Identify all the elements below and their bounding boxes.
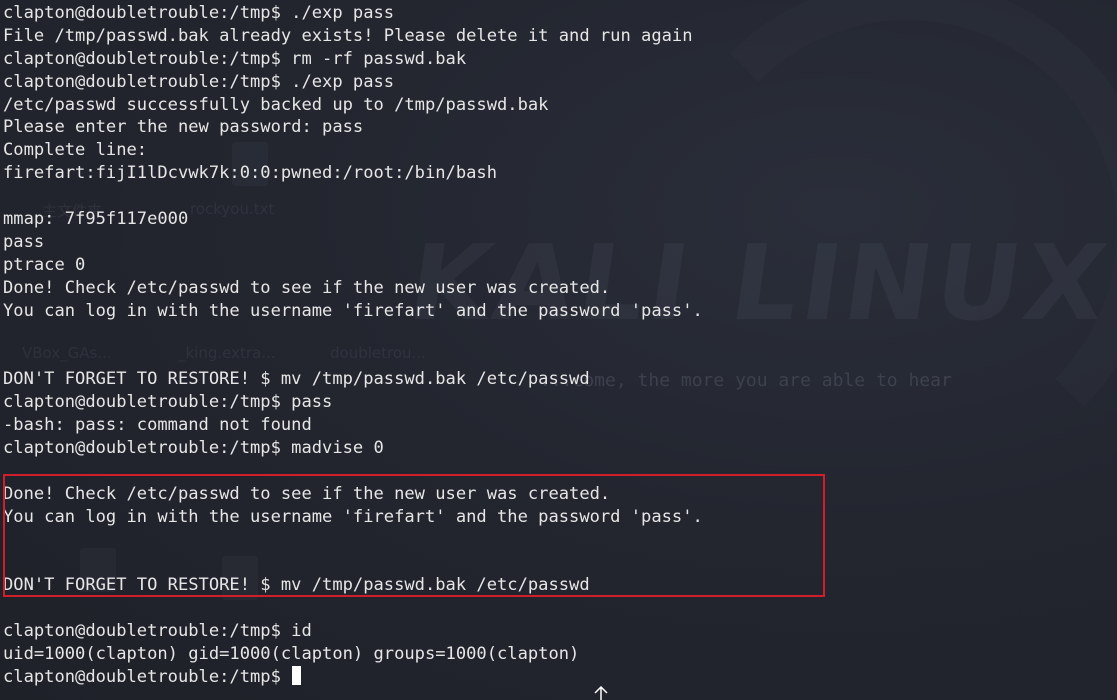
terminal-prompt: clapton@doubletrouble:/tmp$ <box>3 666 292 687</box>
terminal-line: clapton@doubletrouble:/tmp$ madvise 0 <box>3 437 384 458</box>
terminal-line: Done! Check /etc/passwd to see if the ne… <box>3 483 611 504</box>
terminal-line: mmap: 7f95f117e000 <box>3 209 189 230</box>
terminal-line: DON'T FORGET TO RESTORE! $ mv /tmp/passw… <box>3 369 590 390</box>
terminal-line: -bash: pass: command not found <box>3 415 312 436</box>
terminal-line: uid=1000(clapton) gid=1000(clapton) grou… <box>3 643 580 664</box>
terminal-line: Please enter the new password: pass <box>3 117 364 138</box>
text-cursor <box>292 665 302 685</box>
terminal-line: clapton@doubletrouble:/tmp$ rm -rf passw… <box>3 48 467 69</box>
terminal-line: DON'T FORGET TO RESTORE! $ mv /tmp/passw… <box>3 575 590 596</box>
terminal-line: clapton@doubletrouble:/tmp$ ./exp pass <box>3 3 395 23</box>
desktop-screen: KALI LINUX ...come, the more you are abl… <box>0 0 1117 700</box>
terminal-line: ptrace 0 <box>3 254 86 275</box>
mouse-pointer-icon <box>594 686 608 700</box>
terminal-line: Done! Check /etc/passwd to see if the ne… <box>3 277 611 298</box>
terminal-line: File /tmp/passwd.bak already exists! Ple… <box>3 25 693 46</box>
terminal-line: clapton@doubletrouble:/tmp$ ./exp pass <box>3 71 395 92</box>
terminal-line: /etc/passwd successfully backed up to /t… <box>3 94 549 115</box>
terminal-line: clapton@doubletrouble:/tmp$ pass <box>3 392 333 413</box>
terminal-line: You can log in with the username 'firefa… <box>3 300 703 321</box>
terminal-output[interactable]: clapton@doubletrouble:/tmp$ ./exp pass F… <box>3 2 703 689</box>
terminal-line: Complete line: <box>3 140 148 161</box>
terminal-line: clapton@doubletrouble:/tmp$ id <box>3 621 312 642</box>
terminal-line: firefart:fijI1lDcvwk7k:0:0:pwned:/root:/… <box>3 163 497 184</box>
terminal-line: pass <box>3 231 45 252</box>
terminal-line: You can log in with the username 'firefa… <box>3 506 703 527</box>
